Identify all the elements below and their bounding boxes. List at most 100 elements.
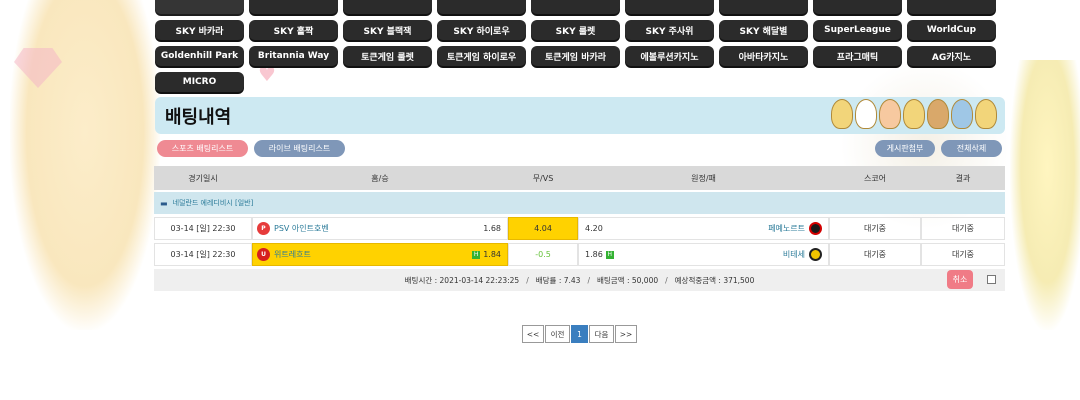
away-odds: 1.86 (585, 250, 603, 259)
character-icon (927, 99, 949, 129)
gem-icon (14, 48, 62, 88)
category-britannia-way[interactable]: Britannia Way (249, 46, 338, 66)
utrecht-logo-icon: U (257, 248, 270, 261)
page-number-current[interactable]: 1 (571, 325, 588, 343)
home-team-name: PSV 아인트호벤 (274, 224, 329, 233)
character-icon (831, 99, 853, 129)
home-odds: 1.84 (483, 250, 501, 259)
game-date: 03-14 [일] 22:30 (154, 217, 252, 240)
character-icon (903, 99, 925, 129)
draw-odds-cell[interactable]: 4.04 (508, 217, 578, 240)
category-evolution-casino[interactable]: 에볼루션카지노 (625, 46, 714, 66)
tab-live-bet-list[interactable]: 라이브 배팅리스트 (254, 140, 345, 157)
character-icon (879, 99, 901, 129)
select-bet-checkbox[interactable] (987, 275, 996, 284)
result-status: 대기중 (921, 217, 1005, 240)
up-arrow-icon: H (605, 250, 614, 259)
category-worldcup[interactable]: WorldCup (907, 20, 996, 40)
section-header: 배팅내역 (155, 97, 1005, 134)
category-sky-dice[interactable]: SKY 주사위 (625, 20, 714, 40)
vitesse-logo-icon (809, 248, 822, 261)
expected-payout: 예상적중금액 : 371,500 (674, 275, 755, 285)
category-sky-sunmoonstar[interactable]: SKY 해달별 (719, 20, 808, 40)
away-odds: 4.20 (585, 224, 603, 233)
character-icon (951, 99, 973, 129)
background-character-right (1010, 60, 1080, 330)
category-sky-hilow[interactable]: SKY 하이로우 (437, 20, 526, 40)
first-page-button[interactable]: << (522, 325, 544, 343)
category-sky-baccarat[interactable]: SKY 바카라 (155, 20, 244, 40)
prev-page-button[interactable]: 이전 (545, 325, 570, 343)
category-token-hilow[interactable]: 토큰게임 하이로우 (437, 46, 526, 66)
category-token-roulette[interactable]: 토큰게임 룰렛 (343, 46, 432, 66)
bet-history-table: 경기일시 홈/승 무/VS 원정/패 스코어 결과 ▬ 네덜란드 에레디비시 [… (154, 166, 1005, 291)
league-name: 네덜란드 에레디비시 [일반] (172, 199, 254, 207)
netherlands-flag-icon: ▬ (160, 198, 168, 208)
pagination: << 이전 1 다음 >> (522, 325, 637, 343)
category-row-partial (155, 0, 1001, 14)
separator: / (665, 275, 668, 285)
category-button[interactable] (813, 0, 902, 14)
table-header: 경기일시 홈/승 무/VS 원정/패 스코어 결과 (154, 166, 1005, 190)
tab-sports-bet-list[interactable]: 스포츠 배팅리스트 (157, 140, 248, 157)
page-title: 배팅내역 (165, 106, 232, 128)
home-odds-cell[interactable]: P PSV 아인트호벤 1.68 (252, 217, 508, 240)
home-odds: 1.68 (483, 224, 501, 233)
game-category-grid: SKY 바카라 SKY 홀짝 SKY 블랙잭 SKY 하이로우 SKY 룰렛 S… (155, 0, 1001, 98)
category-goldenhill-park[interactable]: Goldenhill Park (155, 46, 244, 66)
category-button[interactable] (625, 0, 714, 14)
bet-odds: 배당률 : 7.43 (535, 275, 581, 285)
separator: / (526, 275, 529, 285)
feyenoord-logo-icon (809, 222, 822, 235)
header-date: 경기일시 (188, 173, 218, 183)
attach-to-board-button[interactable]: 게시판첨부 (875, 140, 935, 157)
category-token-baccarat[interactable]: 토큰게임 바카라 (531, 46, 620, 66)
category-button[interactable] (437, 0, 526, 14)
bet-summary: 배팅시간 : 2021-03-14 22:23:25 / 배당률 : 7.43 … (154, 269, 1005, 291)
category-superleague[interactable]: SuperLeague (813, 20, 902, 40)
category-row-2: Goldenhill Park Britannia Way 토큰게임 룰렛 토큰… (155, 46, 1001, 66)
last-page-button[interactable]: >> (615, 325, 637, 343)
cancel-bet-button[interactable]: 취소 (947, 270, 973, 289)
away-odds-cell[interactable]: 1.86 H 비테세 (578, 243, 829, 266)
home-team-name: 위트레흐트 (274, 250, 311, 259)
score-status: 대기중 (829, 217, 921, 240)
home-odds-cell[interactable]: U 위트레흐트 H 1.84 (252, 243, 508, 266)
category-sky-roulette[interactable]: SKY 룰렛 (531, 20, 620, 40)
away-odds-cell[interactable]: 4.20 페예노르트 (578, 217, 829, 240)
category-row-1: SKY 바카라 SKY 홀짝 SKY 블랙잭 SKY 하이로우 SKY 룰렛 S… (155, 20, 1001, 40)
away-team-name: 비테세 (782, 250, 805, 259)
category-row-3: MICRO (155, 72, 1001, 92)
handicap-cell[interactable]: -0.5 (508, 243, 578, 266)
category-button[interactable] (155, 0, 244, 14)
category-button[interactable] (531, 0, 620, 14)
header-vs: 무/VS (532, 173, 554, 183)
category-pragmatic[interactable]: 프라그매틱 (813, 46, 902, 66)
next-page-button[interactable]: 다음 (589, 325, 614, 343)
score-status: 대기중 (829, 243, 921, 266)
category-sky-oddeven[interactable]: SKY 홀짝 (249, 20, 338, 40)
category-button[interactable] (907, 0, 996, 14)
table-row: 03-14 [일] 22:30 U 위트레흐트 H 1.84 -0.5 1.86… (154, 243, 1005, 266)
category-button[interactable] (719, 0, 808, 14)
bet-amount: 배팅금액 : 50,000 (596, 275, 659, 285)
category-ag-casino[interactable]: AG카지노 (907, 46, 996, 66)
header-score: 스코어 (863, 173, 887, 183)
header-away: 원정/패 (691, 173, 716, 183)
table-row: 03-14 [일] 22:30 P PSV 아인트호벤 1.68 4.04 4.… (154, 217, 1005, 240)
up-arrow-icon: H (472, 250, 481, 259)
header-result: 결과 (955, 173, 971, 183)
category-avatar-casino[interactable]: 아바타카지노 (719, 46, 808, 66)
league-row: ▬ 네덜란드 에레디비시 [일반] (154, 192, 1005, 214)
category-sky-blackjack[interactable]: SKY 블랙잭 (343, 20, 432, 40)
header-home: 홈/승 (371, 173, 389, 183)
away-team-name: 페예노르트 (768, 224, 805, 233)
category-micro[interactable]: MICRO (155, 72, 244, 92)
result-status: 대기중 (921, 243, 1005, 266)
delete-all-button[interactable]: 전체삭제 (941, 140, 1002, 157)
category-button[interactable] (249, 0, 338, 14)
category-button[interactable] (343, 0, 432, 14)
header-characters-illustration (831, 99, 997, 129)
background-character-left (10, 0, 160, 330)
character-icon (855, 99, 877, 129)
